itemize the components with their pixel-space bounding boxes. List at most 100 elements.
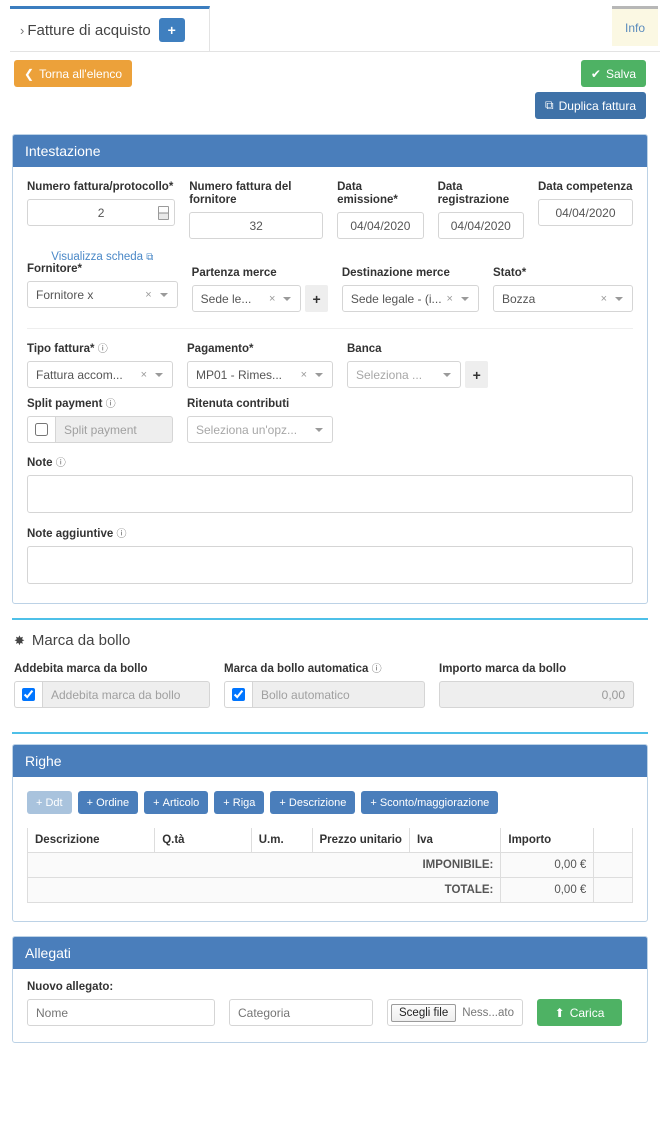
check-icon: ✔ xyxy=(590,66,601,81)
stato-select[interactable]: Bozza × xyxy=(492,285,634,312)
duplicate-invoice-label: Duplica fattura xyxy=(558,98,636,113)
numero-protocollo-input[interactable] xyxy=(27,199,176,226)
marca-automatica-checkbox-wrap[interactable] xyxy=(224,681,252,708)
add-ddt-button[interactable]: + Ddt xyxy=(27,791,72,814)
addebita-marca-placeholder: Addebita marca da bollo xyxy=(42,681,210,708)
label-tipo-fattura-text: Tipo fattura* xyxy=(27,343,95,355)
chevron-left-icon: ❮ xyxy=(24,66,35,81)
partenza-merce-select[interactable]: Sede le... × xyxy=(191,285,302,312)
pagamento-select[interactable]: MP01 - Rimes... × xyxy=(187,361,333,388)
fornitore-select[interactable]: Fornitore x × xyxy=(27,281,178,308)
marca-automatica-checkbox[interactable] xyxy=(232,688,245,701)
col-importo: Importo xyxy=(500,828,595,853)
help-icon[interactable]: ⓘ xyxy=(106,398,116,411)
label-marca-automatica: Marca da bollo automatica ⓘ xyxy=(224,663,425,676)
tab-fatture-di-acquisto[interactable]: › Fatture di acquisto + xyxy=(10,6,210,52)
tab-info[interactable]: Info xyxy=(612,6,658,46)
pagamento-value: MP01 - Rimes... xyxy=(196,367,283,382)
tipo-fattura-select[interactable]: Fattura accom... × xyxy=(27,361,173,388)
panel-righe: Righe + Ddt + Ordine + Articolo + Riga +… xyxy=(12,744,648,922)
addebita-marca-group: Addebita marca da bollo xyxy=(14,681,210,708)
chevron-down-icon xyxy=(315,427,323,432)
add-descrizione-label: Descrizione xyxy=(288,796,347,809)
add-articolo-button[interactable]: + Articolo xyxy=(144,791,209,814)
data-competenza-input[interactable] xyxy=(538,199,633,226)
allegato-nome-input[interactable] xyxy=(27,999,215,1026)
clear-icon[interactable]: × xyxy=(442,293,458,305)
data-emissione-input[interactable] xyxy=(337,212,424,239)
add-partenza-merce-button[interactable]: + xyxy=(305,285,328,312)
help-icon[interactable]: ⓘ xyxy=(116,528,126,541)
help-icon[interactable]: ⓘ xyxy=(56,457,66,470)
label-note-aggiuntive: Note aggiuntive ⓘ xyxy=(27,528,633,541)
help-icon[interactable]: ⓘ xyxy=(372,663,382,676)
ritenuta-contributi-select[interactable]: Seleziona un'opz... xyxy=(187,416,333,443)
duplicate-invoice-button[interactable]: ⧉ Duplica fattura xyxy=(535,92,646,119)
add-ddt-label: Ddt xyxy=(45,796,63,809)
section-marca-da-bollo: ✸ Marca da bollo Addebita marca da bollo… xyxy=(12,618,648,722)
marca-automatica-placeholder: Bollo automatico xyxy=(252,681,425,708)
file-input-wrap[interactable]: Scegli file Ness...ato xyxy=(387,999,523,1026)
label-destinazione-merce: Destinazione merce xyxy=(341,267,450,279)
clear-icon[interactable]: × xyxy=(264,293,280,305)
col-descrizione: Descrizione xyxy=(26,828,156,853)
label-data-competenza: Data competenza xyxy=(538,181,633,193)
label-nuovo-allegato: Nuovo allegato: xyxy=(27,981,114,993)
add-ordine-button[interactable]: + Ordine xyxy=(77,791,139,814)
help-icon[interactable]: ⓘ xyxy=(98,343,108,356)
stamp-icon: ✸ xyxy=(14,633,25,648)
note-aggiuntive-textarea[interactable] xyxy=(27,546,633,584)
banca-value: Seleziona ... xyxy=(356,367,423,382)
clear-icon[interactable]: × xyxy=(140,289,156,301)
partenza-merce-value: Sede le... xyxy=(200,291,252,306)
importo-marca-input[interactable] xyxy=(439,681,634,708)
label-split-payment: Split payment ⓘ xyxy=(27,398,173,411)
panel-allegati: Allegati Nuovo allegato: Scegli file Nes… xyxy=(12,936,648,1043)
save-button[interactable]: ✔ Salva xyxy=(580,60,646,87)
visualizza-scheda-link[interactable]: Visualizza scheda ⧉ xyxy=(51,251,153,263)
clear-icon[interactable]: × xyxy=(596,293,612,305)
panel-intestazione-title: Intestazione xyxy=(13,135,647,167)
totale-actions xyxy=(593,877,633,903)
numero-protocollo-wrap xyxy=(27,199,176,226)
choose-file-button[interactable]: Scegli file xyxy=(391,1003,457,1022)
destinazione-merce-value: Sede legale - (i... xyxy=(350,291,442,306)
addebita-marca-checkbox[interactable] xyxy=(22,688,35,701)
upload-button[interactable]: ⬆ Carica xyxy=(537,999,622,1026)
split-payment-checkbox[interactable] xyxy=(35,423,48,436)
marca-da-bollo-title-row: ✸ Marca da bollo xyxy=(14,632,646,649)
back-to-list-button[interactable]: ❮ Torna all'elenco xyxy=(14,60,133,87)
number-stepper-icon[interactable] xyxy=(158,205,170,220)
data-registrazione-input[interactable] xyxy=(437,212,524,239)
clear-icon[interactable]: × xyxy=(296,369,312,381)
destinazione-merce-select[interactable]: Sede legale - (i... × xyxy=(341,285,479,312)
label-data-emissione: Data emissione* xyxy=(337,181,398,206)
note-aggiuntive-block: Note aggiuntive ⓘ xyxy=(27,528,633,587)
header-row-2: Visualizza scheda ⧉ Fornitore* Fornitore… xyxy=(27,249,634,312)
add-descrizione-button[interactable]: + Descrizione xyxy=(270,791,356,814)
add-ordine-label: Ordine xyxy=(96,796,130,809)
addebita-marca-checkbox-wrap[interactable] xyxy=(14,681,42,708)
banca-select[interactable]: Seleziona ... xyxy=(347,361,462,388)
copy-icon: ⧉ xyxy=(545,98,554,112)
note-textarea[interactable] xyxy=(27,475,633,513)
tab-info-label: Info xyxy=(624,20,645,35)
chevron-down-icon xyxy=(615,296,624,301)
allegato-categoria-input[interactable] xyxy=(229,999,373,1026)
numero-fornitore-input[interactable] xyxy=(189,212,324,239)
table-row: IMPONIBILE: 0,00 € xyxy=(26,852,633,878)
add-riga-button[interactable]: + Riga xyxy=(214,791,265,814)
label-addebita-marca: Addebita marca da bollo xyxy=(14,663,148,675)
clear-icon[interactable]: × xyxy=(136,369,152,381)
header-row-4: Split payment ⓘ Split payment Ritenuta c… xyxy=(27,398,633,443)
new-tab-button[interactable]: + xyxy=(158,18,185,42)
label-stato: Stato* xyxy=(492,267,527,279)
add-sconto-button[interactable]: + Sconto/maggiorazione xyxy=(361,791,499,814)
add-banca-button[interactable]: + xyxy=(465,361,488,388)
righe-button-bar: + Ddt + Ordine + Articolo + Riga + Descr… xyxy=(27,791,633,814)
label-importo-marca: Importo marca da bollo xyxy=(439,663,567,675)
label-tipo-fattura: Tipo fattura* ⓘ xyxy=(27,343,173,356)
split-payment-checkbox-wrap[interactable] xyxy=(27,416,55,443)
totale-value: 0,00 € xyxy=(500,877,595,903)
banca-group: Seleziona ... + xyxy=(347,361,488,388)
